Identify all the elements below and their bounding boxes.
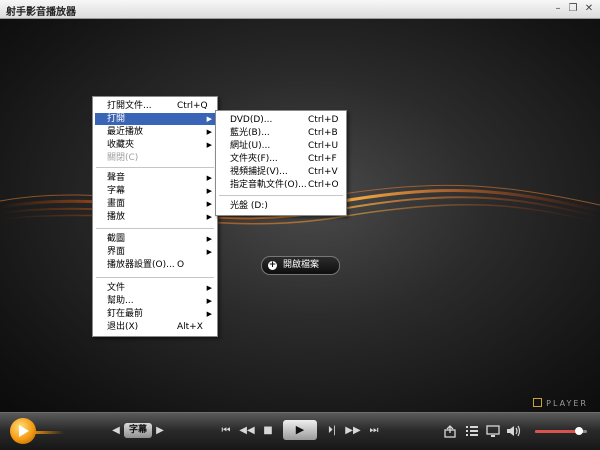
menu-item-close: 關閉(C)	[107, 153, 139, 163]
upload-icon[interactable]	[443, 424, 457, 438]
submenu-arrow-icon: ▶	[206, 174, 212, 182]
player-watermark: PLAYER	[533, 398, 588, 408]
menu-separator	[96, 228, 214, 229]
menu-item-always-on-top[interactable]: 釘在最前 ▶	[95, 308, 215, 320]
rewind-icon[interactable]: ◀◀	[237, 424, 257, 438]
submenu-item-folder[interactable]: 文件夾(F)... Ctrl+F	[218, 153, 344, 165]
submenu-arrow-icon: ▶	[206, 128, 212, 136]
submenu-arrow-icon: ▶	[206, 200, 212, 208]
logo-play-icon	[19, 425, 29, 437]
menu-item-video[interactable]: 畫面 ▶	[95, 198, 215, 210]
stop-icon[interactable]: ■	[261, 424, 275, 438]
volume-fill	[535, 430, 580, 433]
menu-separator	[96, 277, 214, 278]
open-file-button[interactable]: + 開啟檔案	[261, 256, 340, 275]
window-title: 射手影音播放器	[6, 7, 76, 18]
logo-square-icon	[533, 398, 543, 407]
restore-button[interactable]: ❐	[566, 2, 580, 15]
submenu-arrow-icon: ▶	[206, 115, 212, 123]
menu-item-screenshot[interactable]: 截圖 ▶	[95, 233, 215, 245]
open-file-label: 開啟檔案	[283, 260, 320, 270]
plus-icon: +	[268, 260, 277, 270]
fast-forward-icon[interactable]: ▶▶	[343, 424, 363, 438]
prev-subtitle-button[interactable]: ◀	[110, 424, 122, 438]
next-subtitle-button[interactable]: ▶	[154, 424, 166, 438]
submenu-arrow-icon: ▶	[206, 284, 212, 292]
menu-separator	[96, 167, 214, 168]
menu-item-settings[interactable]: 播放器設置(O)... O	[95, 259, 215, 271]
playlist-icon[interactable]	[465, 424, 479, 438]
submenu-item-disc[interactable]: 光盤 (D:)	[218, 200, 344, 212]
submenu-arrow-icon: ▶	[206, 248, 212, 256]
player-window: 射手影音播放器 – ❐ ✕ + 開啟檔案 PLAYER 打開文件... Ctrl…	[0, 0, 600, 450]
control-bar: ◀ 字幕 ▶ ⏮ ◀◀ ■ ▶ ⏵| ▶▶ ⏭	[0, 412, 600, 450]
submenu-arrow-icon: ▶	[206, 141, 212, 149]
app-logo-button[interactable]	[10, 418, 36, 444]
submenu-arrow-icon: ▶	[206, 310, 212, 318]
volume-icon[interactable]	[506, 424, 522, 438]
logo-swoosh	[34, 431, 64, 434]
menu-item-interface[interactable]: 界面 ▶	[95, 246, 215, 258]
open-submenu: DVD(D)... Ctrl+D 藍光(B)... Ctrl+B 網址(U)... C…	[215, 110, 347, 216]
submenu-arrow-icon: ▶	[206, 213, 212, 221]
menu-item-subtitle[interactable]: 字幕 ▶	[95, 185, 215, 197]
next-track-icon[interactable]: ⏭	[365, 424, 383, 438]
frame-step-icon[interactable]: ⏵|	[324, 424, 340, 438]
menu-item-favorites[interactable]: 收藏夾 ▶	[95, 139, 215, 151]
title-bar[interactable]: 射手影音播放器 – ❐ ✕	[0, 0, 600, 19]
volume-slider[interactable]	[535, 427, 587, 435]
submenu-item-bluray[interactable]: 藍光(B)... Ctrl+B	[218, 127, 344, 139]
context-menu: 打開文件... Ctrl+Q 打開 ▶ 最近播放 ▶ 收藏夾 ▶ 關閉(C) 聲音 ▶ 字…	[92, 96, 218, 337]
submenu-arrow-icon: ▶	[206, 187, 212, 195]
volume-knob[interactable]	[575, 427, 584, 435]
close-button[interactable]: ✕	[582, 2, 596, 15]
submenu-arrow-icon: ▶	[206, 235, 212, 243]
menu-separator	[219, 195, 343, 196]
previous-track-icon[interactable]: ⏮	[217, 424, 235, 438]
menu-item-exit[interactable]: 退出(X) Alt+X	[95, 321, 215, 333]
menu-item-audio[interactable]: 聲音 ▶	[95, 172, 215, 184]
subtitle-button[interactable]: 字幕	[124, 423, 152, 438]
submenu-item-dvd[interactable]: DVD(D)... Ctrl+D	[218, 114, 344, 126]
screen-icon[interactable]	[486, 424, 500, 438]
submenu-item-capture[interactable]: 視頻捕捉(V)... Ctrl+V	[218, 166, 344, 178]
play-button[interactable]: ▶	[283, 420, 317, 440]
menu-item-help[interactable]: 幫助... ▶	[95, 295, 215, 307]
menu-item-playback[interactable]: 播放 ▶	[95, 211, 215, 223]
menu-item-open[interactable]: 打開 ▶	[95, 113, 215, 125]
submenu-arrow-icon: ▶	[206, 297, 212, 305]
submenu-item-audio-track[interactable]: 指定音軌文件(O)... Ctrl+O	[218, 179, 344, 191]
menu-item-open-file[interactable]: 打開文件... Ctrl+Q	[95, 100, 215, 112]
minimize-button[interactable]: –	[551, 2, 565, 15]
menu-item-file[interactable]: 文件 ▶	[95, 282, 215, 294]
submenu-item-url[interactable]: 網址(U)... Ctrl+U	[218, 140, 344, 152]
menu-item-recent[interactable]: 最近播放 ▶	[95, 126, 215, 138]
